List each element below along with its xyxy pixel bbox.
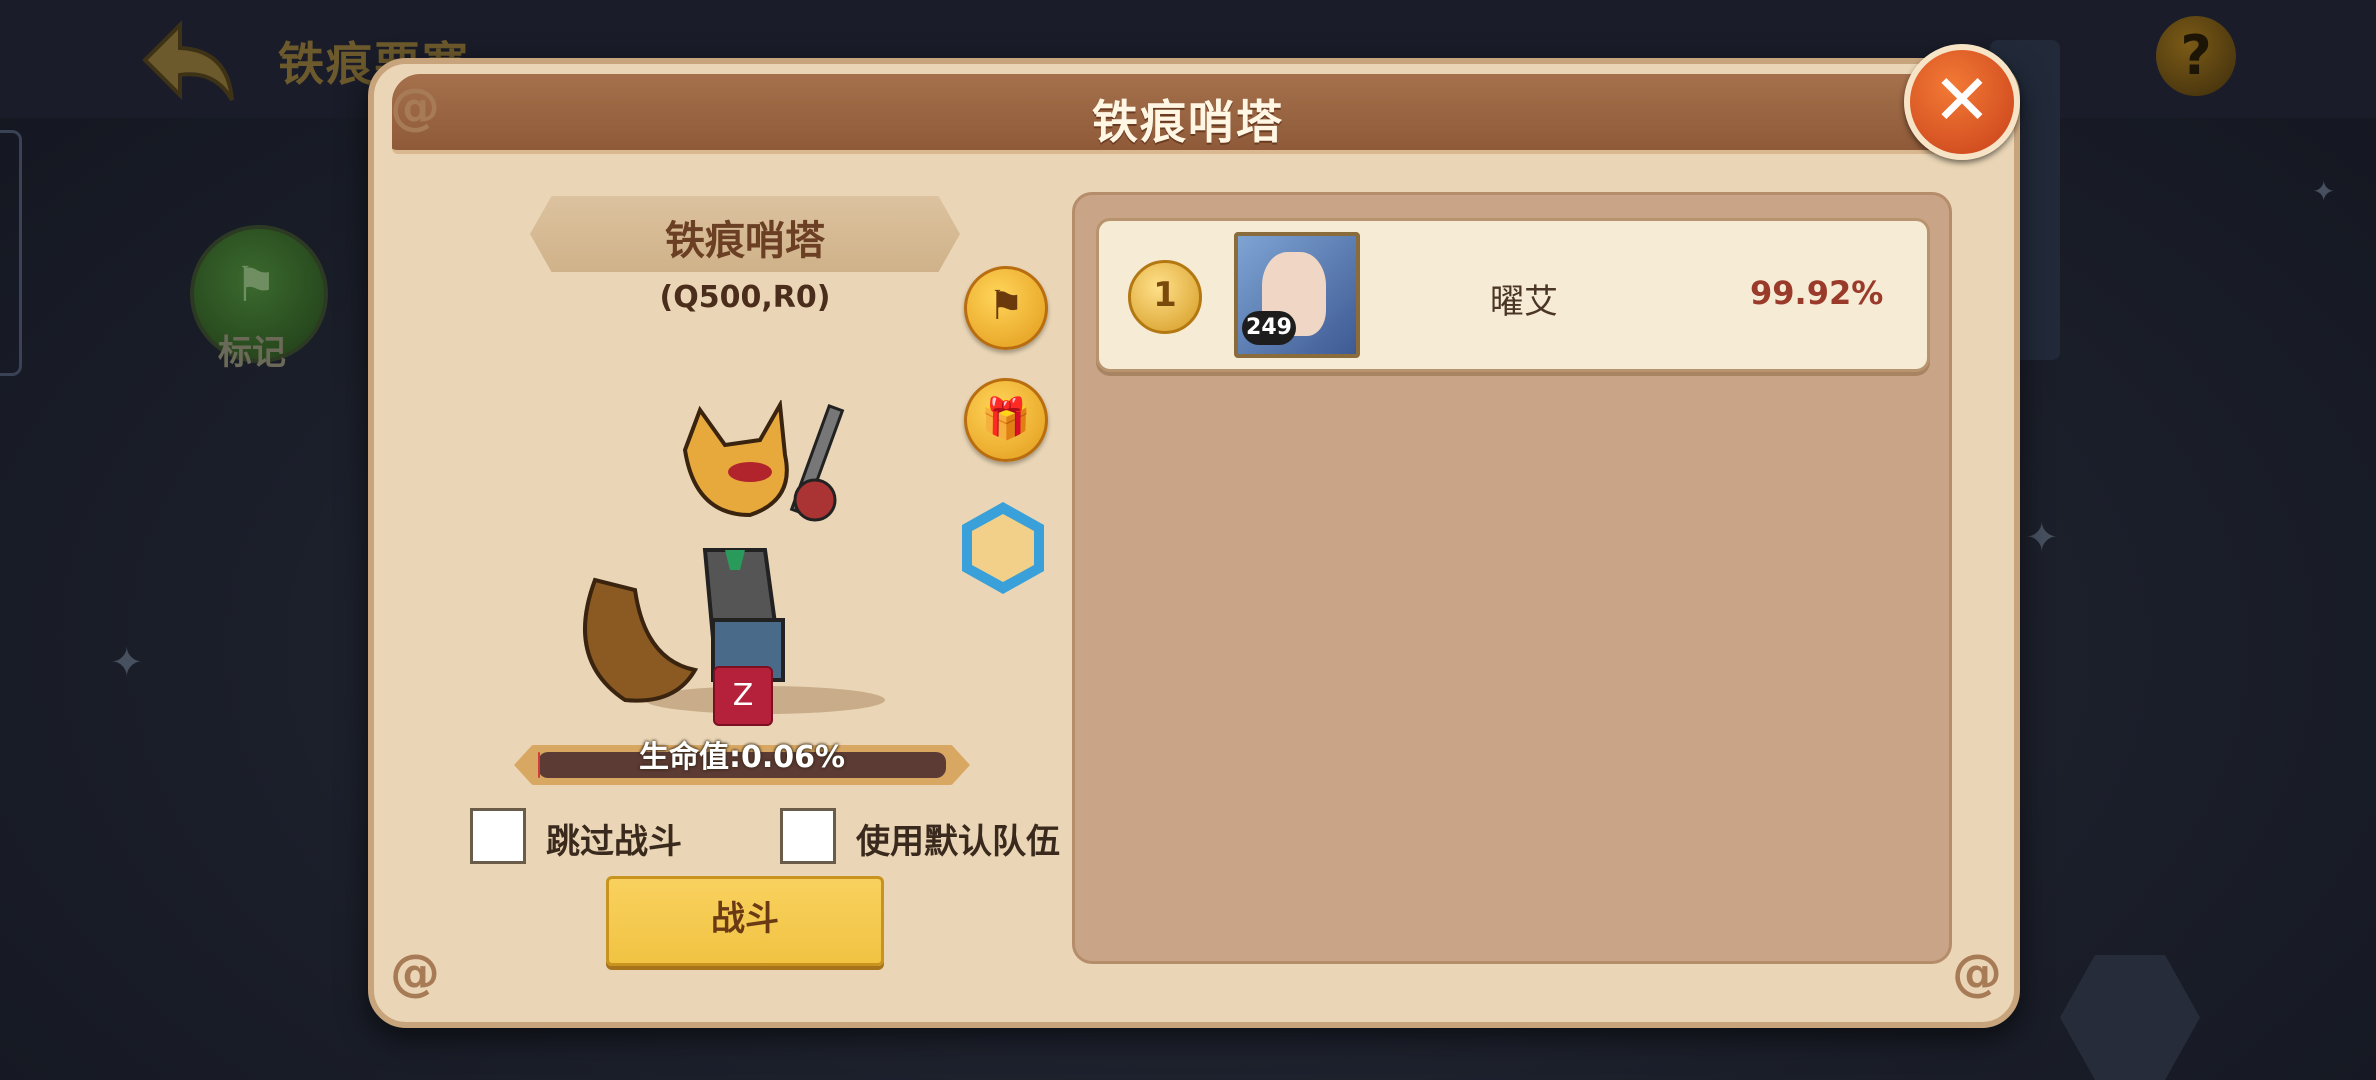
left-side-tab[interactable]: [0, 130, 22, 376]
sparkle-icon: ✦: [110, 640, 144, 686]
flag-icon: ⚑: [234, 257, 278, 313]
boss-coordinates: (Q500,R0): [659, 280, 831, 315]
boss-name: 铁痕哨塔: [665, 218, 825, 264]
player-name: 曜艾: [1490, 282, 1558, 322]
help-icon[interactable]: ?: [2156, 16, 2236, 96]
gift-button[interactable]: 🎁: [964, 378, 1048, 462]
corner-swirl-icon: @: [390, 78, 440, 136]
flag-button[interactable]: ⚑: [964, 266, 1048, 350]
rank-medal-icon: 1: [1128, 260, 1202, 334]
mark-label: 标记: [218, 333, 286, 373]
dialog-title: 铁痕哨塔: [1092, 95, 1284, 149]
back-arrow-icon[interactable]: [140, 20, 240, 105]
close-button[interactable]: ✕: [1904, 44, 2020, 160]
dialog-header: 铁痕哨塔: [392, 74, 1984, 154]
gift-icon: 🎁: [981, 396, 1031, 442]
player-damage-percent: 99.92%: [1750, 274, 1884, 312]
player-level-badge: 249: [1242, 311, 1296, 345]
default-team-checkbox[interactable]: [780, 808, 836, 864]
skip-battle-label: 跳过战斗: [546, 822, 682, 862]
debuff-icon: Z: [713, 666, 773, 726]
sparkle-icon: ✦: [2312, 175, 2336, 208]
hp-label: 生命值:0.06%: [638, 740, 846, 775]
fight-button[interactable]: 战斗: [606, 876, 884, 966]
flag-icon: ⚑: [988, 283, 1024, 329]
corner-swirl-icon: @: [1952, 944, 2002, 1002]
default-team-label: 使用默认队伍: [856, 822, 1060, 862]
sparkle-icon: ✦: [2025, 515, 2059, 561]
hex-decoration: [2060, 955, 2200, 1080]
corner-swirl-icon: @: [390, 944, 440, 1002]
skip-battle-checkbox[interactable]: [470, 808, 526, 864]
